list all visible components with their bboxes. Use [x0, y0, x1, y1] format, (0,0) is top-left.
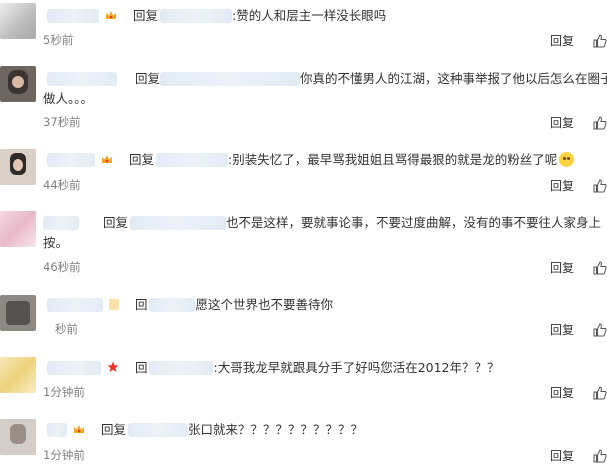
avatar[interactable] [0, 211, 36, 247]
mentioned-user[interactable] [155, 152, 228, 167]
comment-text-continued: 做人。。。 [43, 91, 94, 106]
reply-prefix: 回 [134, 360, 148, 375]
username[interactable] [47, 422, 67, 437]
comment-text-line: 回 愿这个世界也不要善待你 [43, 295, 607, 315]
avatar[interactable] [0, 3, 36, 39]
comment-text: 愿这个世界也不要善待你 [195, 297, 333, 312]
mentioned-user[interactable] [149, 297, 196, 312]
mentioned-user[interactable] [149, 360, 214, 375]
reply-prefix: 回 [134, 297, 148, 312]
reply-button[interactable]: 回复 [550, 447, 574, 464]
like-thumb-icon[interactable] [593, 260, 607, 275]
reply-button[interactable]: 回复 [550, 259, 574, 276]
comment-item: 回复 你真的不懂男人的江湖，这种事举报了他以后怎么在圈子里 做人。。。 37秒前 … [0, 62, 607, 137]
reply-button[interactable]: 回复 [550, 32, 574, 49]
reply-button[interactable]: 回复 [550, 114, 574, 131]
mentioned-user[interactable] [127, 422, 188, 437]
comment-time: 1分钟前 [43, 448, 85, 462]
crown-badge-icon [105, 7, 117, 27]
reply-prefix: 回复 [102, 215, 128, 230]
comment-item: 回复 :别装失忆了，最早骂我姐姐且骂得最狠的就是龙的粉丝了呢 44秒前 回复 [0, 145, 607, 200]
username[interactable] [47, 297, 103, 312]
star-badge-icon [107, 359, 119, 379]
reply-prefix: 回复 [132, 8, 158, 23]
comment-time: 5秒前 [43, 33, 74, 47]
reply-prefix: 回复 [100, 422, 126, 437]
reply-prefix: 回复 [128, 152, 154, 167]
like-thumb-icon[interactable] [593, 115, 607, 130]
username[interactable] [47, 8, 99, 23]
comment-text: 也不是这样，要就事论事，不要过度曲解，没有的事不要往人家身上 [226, 215, 602, 230]
comment-item: 回 :大哥我龙早就跟具分手了好吗您活在2012年？？？ 1分钟前 回复 [0, 353, 607, 408]
comment-time: 秒前 [55, 322, 78, 336]
avatar[interactable] [0, 66, 36, 102]
member-badge-icon [108, 296, 119, 316]
comment-text: :大哥我龙早就跟具分手了好吗您活在2012年？？？ [213, 360, 500, 375]
avatar[interactable] [0, 149, 36, 185]
username[interactable] [43, 215, 79, 230]
comment-text-line: 回 :大哥我龙早就跟具分手了好吗您活在2012年？？？ [43, 358, 607, 378]
comment-text-line: 回复 :赞的人和层主一样没长眼吗 [43, 6, 607, 26]
comment-item: 回复 也不是这样，要就事论事，不要过度曲解，没有的事不要往人家身上 按。 46秒前… [0, 207, 607, 282]
avatar[interactable] [0, 357, 36, 393]
mentioned-user[interactable] [130, 215, 226, 230]
comment-item: 回 愿这个世界也不要善待你 秒前 回复 [0, 291, 607, 346]
like-thumb-icon[interactable] [593, 33, 607, 48]
reply-prefix: 回复 [134, 71, 160, 86]
comment-text-line: 回复 张口就来？？？？？？？？？？ [43, 420, 607, 440]
comment-text: :别装失忆了，最早骂我姐姐且骂得最狠的就是龙的粉丝了呢 [227, 152, 558, 167]
reply-button[interactable]: 回复 [550, 321, 574, 338]
like-thumb-icon[interactable] [593, 448, 607, 463]
crown-badge-icon [101, 151, 113, 171]
comment-item: 回复 张口就来？？？？？？？？？？ 1分钟前 回复 [0, 415, 607, 475]
comment-text: 你真的不懂男人的江湖，这种事举报了他以后怎么在圈子里 [300, 71, 607, 86]
comment-text: 张口就来？？？？？？？？？？ [187, 422, 363, 437]
mentioned-user[interactable] [159, 8, 232, 23]
reply-button[interactable]: 回复 [550, 177, 574, 194]
comment-text: :赞的人和层主一样没长眼吗 [231, 8, 387, 23]
like-thumb-icon[interactable] [593, 178, 607, 193]
reply-button[interactable]: 回复 [550, 384, 574, 401]
comment-time: 46秒前 [43, 260, 81, 274]
comment-time: 1分钟前 [43, 385, 85, 399]
avatar[interactable] [0, 419, 36, 455]
avatar[interactable] [0, 295, 36, 331]
like-thumb-icon[interactable] [593, 385, 607, 400]
comment-time: 44秒前 [43, 178, 81, 192]
mentioned-user[interactable] [160, 71, 300, 86]
username[interactable] [47, 152, 95, 167]
username[interactable] [47, 71, 117, 86]
comment-text-line: 回复 你真的不懂男人的江湖，这种事举报了他以后怎么在圈子里 [43, 69, 607, 89]
comment-text-continued: 按。 [43, 235, 69, 250]
like-thumb-icon[interactable] [593, 322, 607, 337]
comment-time: 37秒前 [43, 115, 81, 129]
comment-text-line: 回复 :别装失忆了，最早骂我姐姐且骂得最狠的就是龙的粉丝了呢 [43, 150, 607, 170]
comment-text-line: 回复 也不是这样，要就事论事，不要过度曲解，没有的事不要往人家身上 [43, 213, 607, 233]
fearful-face-emoji [559, 151, 575, 167]
comment-item: 回复 :赞的人和层主一样没长眼吗 5秒前 回复 [0, 0, 607, 55]
username[interactable] [47, 360, 101, 375]
crown-badge-icon [73, 421, 85, 441]
